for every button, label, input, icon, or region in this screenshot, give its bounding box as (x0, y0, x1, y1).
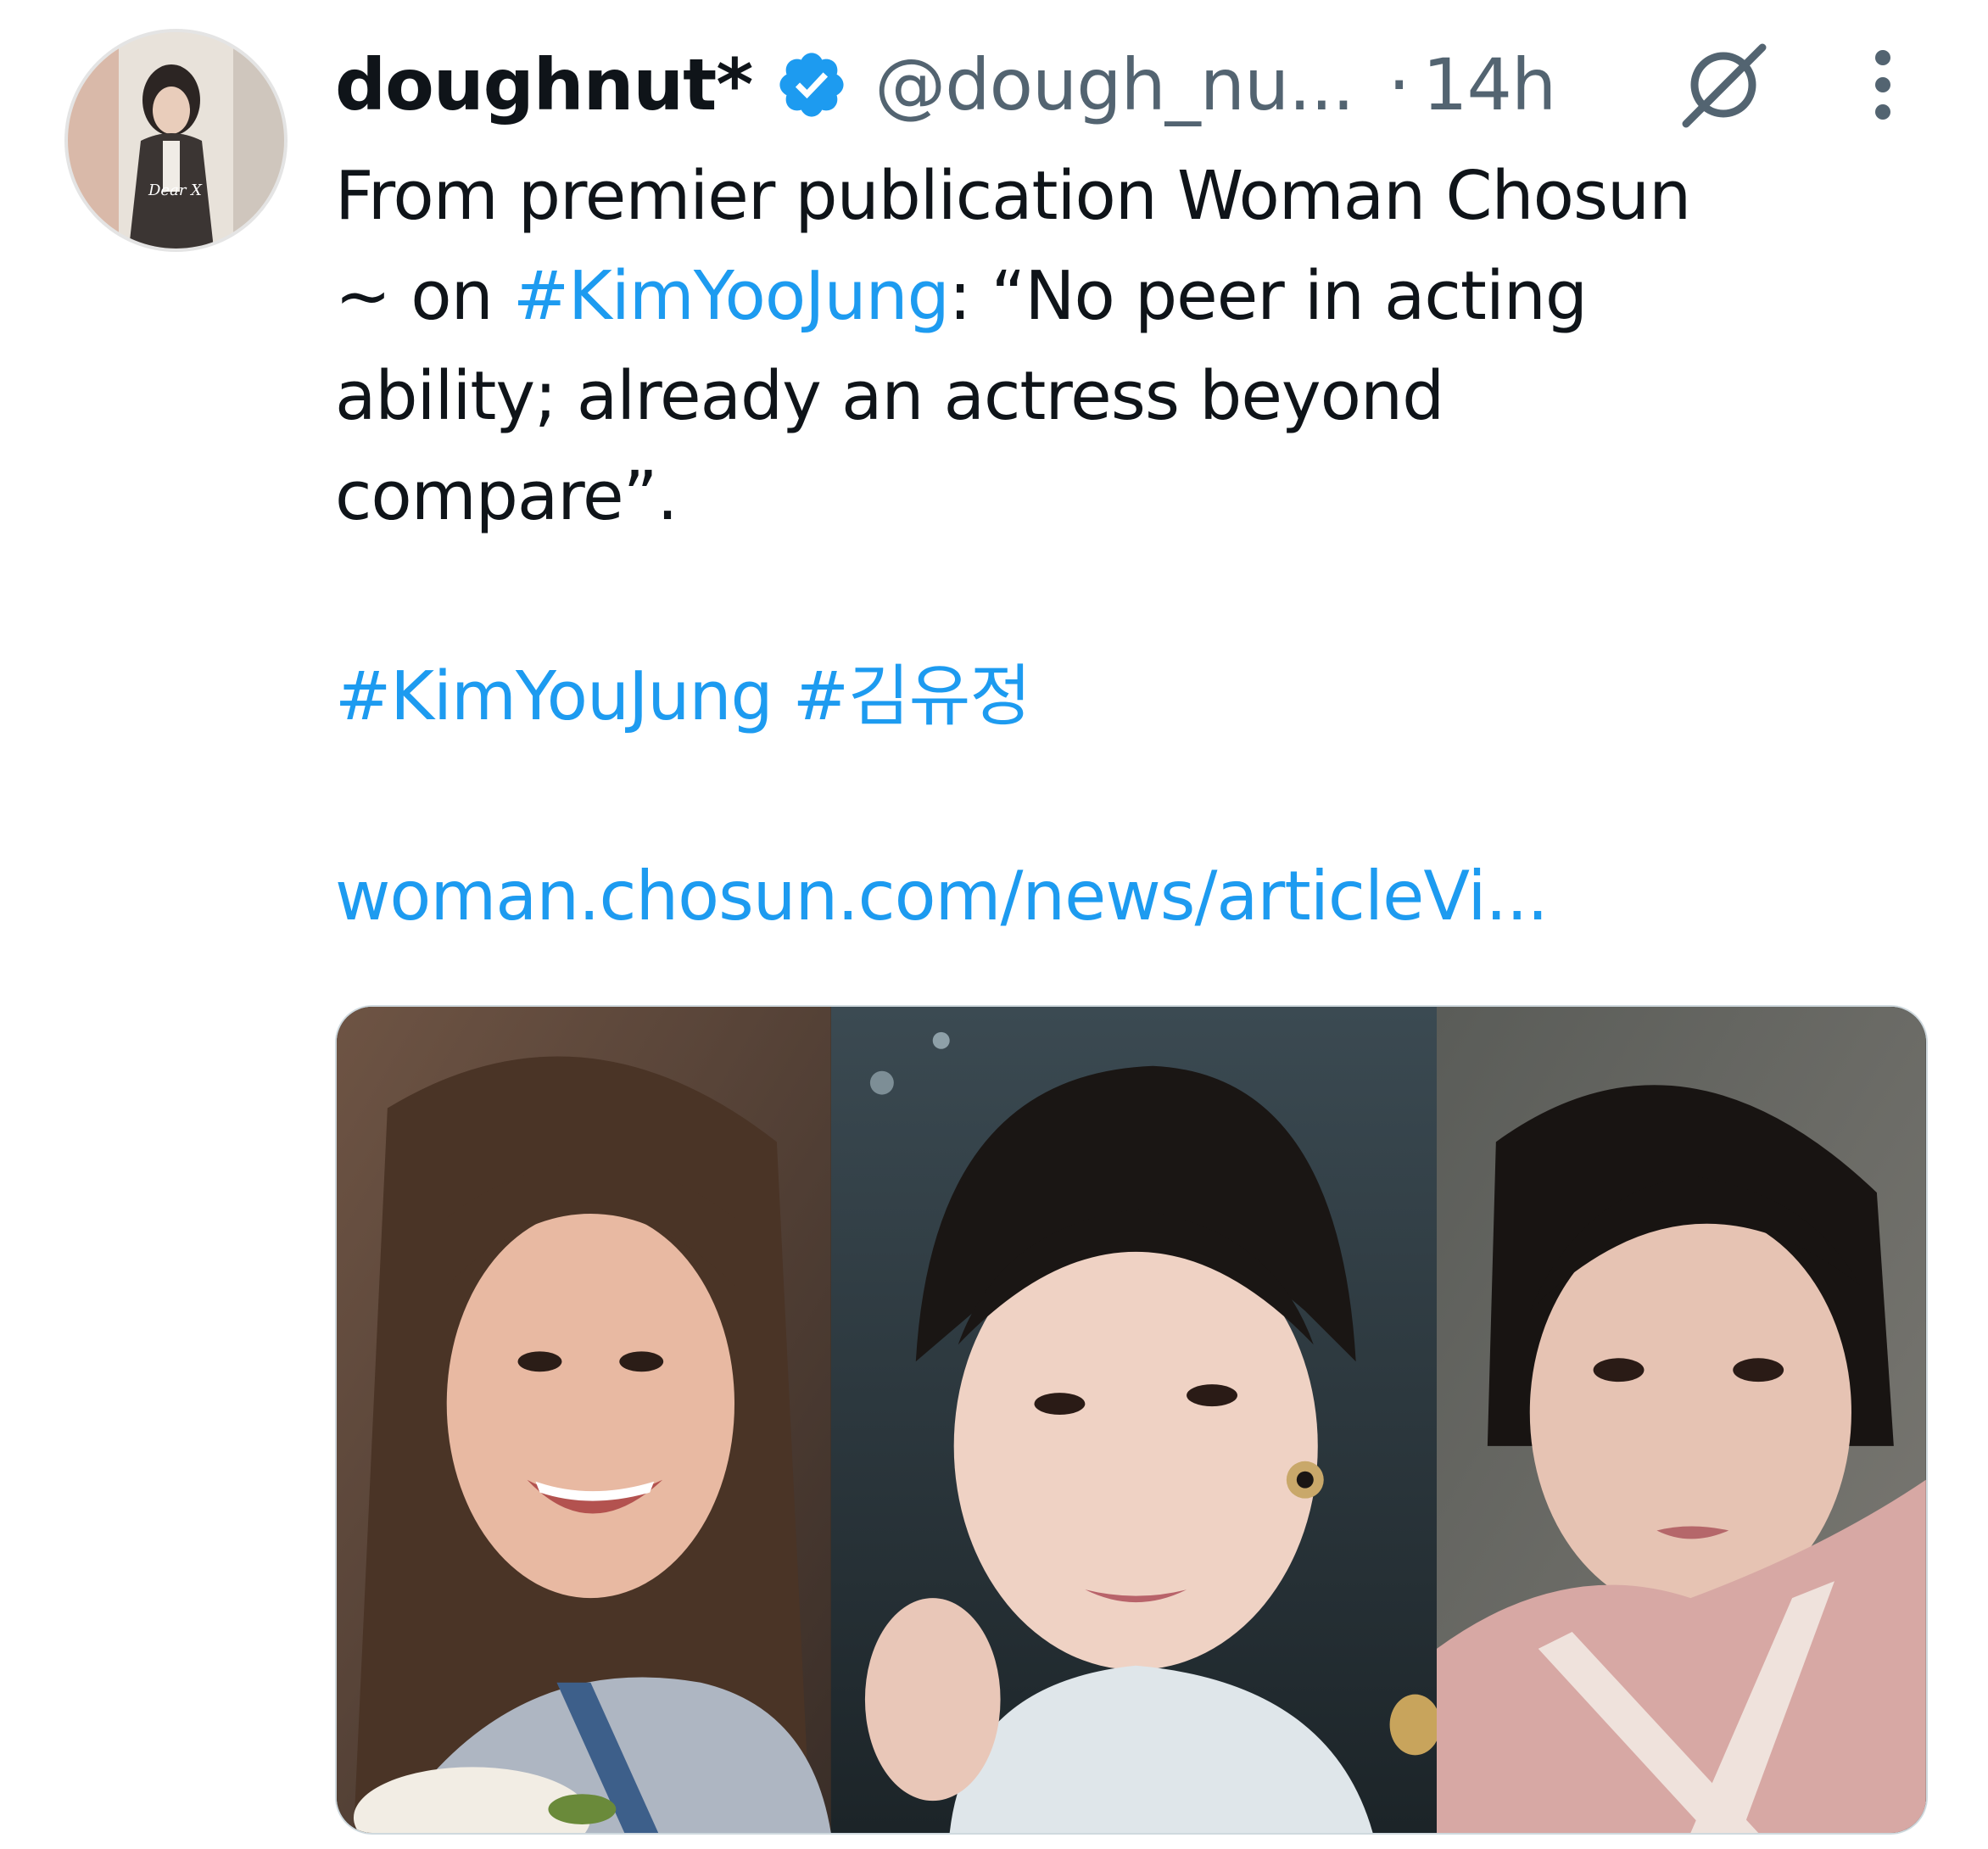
timestamp[interactable]: 14h (1422, 43, 1556, 126)
hashtag-kimyoojung[interactable]: #KimYooJung (513, 257, 950, 335)
tweet-line-1: From premier publication Woman Chosun (335, 157, 1691, 235)
display-name[interactable]: doughnut* (335, 43, 753, 126)
tweet-text: From premier publication Woman Chosun ~ … (335, 146, 1946, 947)
media-photo-2[interactable] (830, 1007, 1438, 1833)
media-grid[interactable] (335, 1005, 1928, 1835)
url-line: woman.chosun.com/news/articleVi... (335, 846, 1946, 947)
media-photo-3[interactable] (1437, 1007, 1926, 1833)
photo-3-image (1437, 1007, 1926, 1833)
tweet-line-2: ~ on #KimYooJung: “No peer in acting (335, 246, 1946, 346)
avatar-image: Dear X (68, 32, 284, 249)
tweet-line-2-suffix: : “No peer in acting (948, 257, 1588, 335)
photo-2-image (830, 1007, 1438, 1833)
hashtag-kimyoujung[interactable]: #KimYouJung (335, 657, 773, 735)
verified-badge-icon (779, 53, 844, 117)
handle[interactable]: @dough_nu... (874, 43, 1354, 126)
avatar-caption: Dear X (148, 182, 203, 199)
hashtag-line: #KimYouJung #김유정 (335, 646, 1946, 746)
avatar[interactable]: Dear X (68, 32, 284, 249)
more-options-icon[interactable] (1853, 42, 1913, 127)
tweet[interactable]: Dear X doughnut* @dough_nu... · 14h From… (0, 0, 1988, 1849)
photo-1-image (337, 1007, 831, 1833)
article-link[interactable]: woman.chosun.com/news/articleVi... (335, 857, 1549, 936)
hashtag-korean[interactable]: #김유정 (793, 657, 1031, 735)
tweet-line-2-prefix: ~ on (335, 257, 513, 335)
tweet-line-4: compare”. (335, 457, 678, 535)
grok-icon[interactable] (1671, 36, 1773, 137)
separator-dot: · (1388, 43, 1411, 126)
media-photo-1[interactable] (337, 1007, 831, 1833)
tweet-line-3: ability; already an actress beyond (335, 357, 1444, 435)
